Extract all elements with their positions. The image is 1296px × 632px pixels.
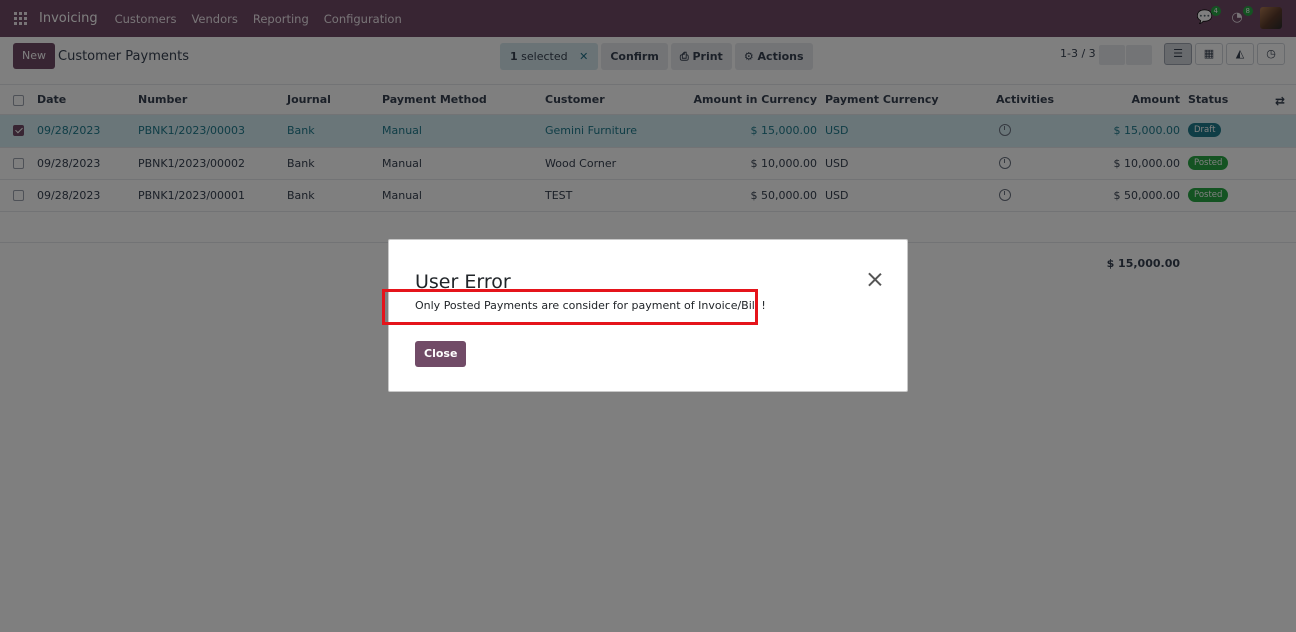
close-icon[interactable] (867, 271, 883, 287)
annotation-highlight-box (382, 289, 758, 325)
close-button[interactable]: Close (415, 341, 467, 367)
